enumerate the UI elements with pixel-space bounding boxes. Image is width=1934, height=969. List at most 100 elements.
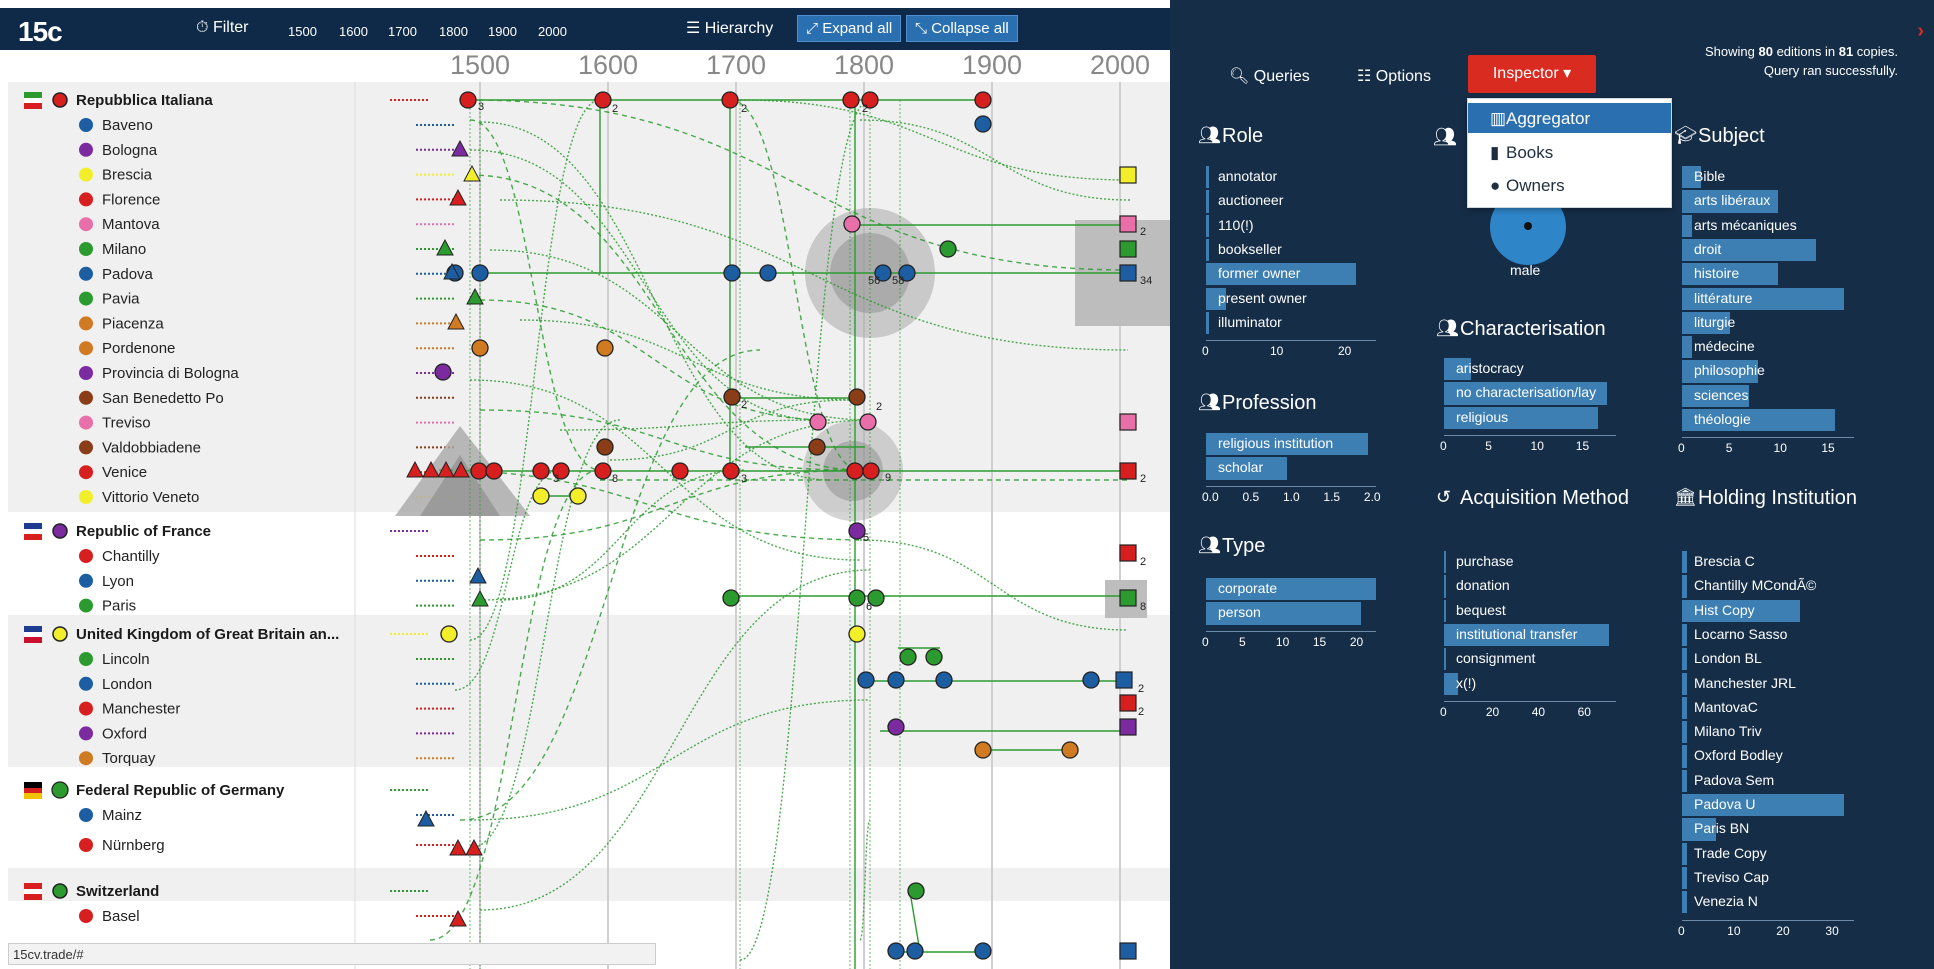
country-label-3[interactable]: Federal Republic of Germany	[76, 782, 285, 799]
marker-venice-12[interactable]	[862, 462, 880, 480]
bar-holding-6[interactable]	[1682, 696, 1687, 720]
marker-paris-2[interactable]	[722, 589, 740, 607]
marker-valdo-2[interactable]	[808, 438, 826, 456]
city-marker-0-3[interactable]	[79, 192, 93, 207]
city-marker-0-8[interactable]	[79, 316, 93, 331]
city-label-2-1[interactable]: London	[102, 676, 152, 693]
marker-london-0[interactable]	[857, 671, 875, 689]
marker-london-3[interactable]	[1082, 671, 1100, 689]
city-marker-0-2[interactable]	[79, 167, 93, 182]
city-marker-0-9[interactable]	[79, 341, 93, 356]
marker-padova-end[interactable]	[1119, 264, 1137, 282]
city-marker-0-12[interactable]	[79, 415, 93, 430]
marker-vittorio[interactable]	[532, 487, 550, 505]
city-label-0-8[interactable]: Piacenza	[102, 315, 164, 332]
marker-switzerland[interactable]	[907, 882, 925, 900]
marker-italy-1[interactable]	[594, 91, 612, 109]
marker-valdo[interactable]	[596, 438, 614, 456]
marker-manchester[interactable]	[1119, 694, 1137, 712]
queries-tab[interactable]: 🔍︎ Queries	[1229, 66, 1310, 86]
bar-holding-14[interactable]	[1682, 891, 1687, 914]
city-marker-0-4[interactable]	[79, 217, 93, 232]
country-marker-0[interactable]	[52, 92, 68, 108]
city-marker-2-1[interactable]	[79, 676, 93, 691]
city-label-2-4[interactable]: Torquay	[102, 750, 156, 767]
marker-treviso-2[interactable]	[859, 413, 877, 431]
marker-mantova-end[interactable]	[1119, 215, 1137, 233]
marker-london-end[interactable]	[1115, 671, 1133, 689]
bar-acquisition-4[interactable]	[1444, 648, 1447, 671]
city-marker-0-0[interactable]	[79, 118, 93, 132]
bar-acquisition-2[interactable]	[1444, 599, 1447, 622]
marker-sbp[interactable]	[723, 388, 741, 406]
country-label-0[interactable]: Repubblica Italiana	[76, 92, 213, 109]
marker-brescia-end[interactable]	[1119, 166, 1137, 184]
options-tab[interactable]: ☷ Options	[1357, 66, 1431, 86]
city-label-0-10[interactable]: Provincia di Bologna	[102, 365, 239, 382]
marker-venice-5[interactable]	[485, 462, 503, 480]
marker-germany-dup[interactable]	[51, 781, 69, 799]
marker-treviso-end[interactable]	[1119, 413, 1137, 431]
city-marker-0-15[interactable]	[79, 490, 93, 504]
bar-holding-8[interactable]	[1682, 745, 1687, 768]
city-label-0-15[interactable]: Vittorio Veneto	[102, 489, 199, 506]
marker-london-1[interactable]	[887, 671, 905, 689]
marker-paris[interactable]	[471, 589, 489, 607]
marker-uk[interactable]	[440, 625, 458, 643]
city-label-3-1[interactable]: Nürnberg	[102, 837, 165, 854]
city-label-0-0[interactable]: Baveno	[102, 117, 153, 134]
country-marker-1[interactable]	[52, 523, 68, 539]
city-label-0-12[interactable]: Treviso	[102, 415, 151, 432]
marker-padova-2[interactable]	[723, 264, 741, 282]
city-marker-0-7[interactable]	[79, 291, 93, 306]
marker-venice-8[interactable]	[594, 462, 612, 480]
marker-mainz[interactable]	[417, 809, 435, 827]
marker-lyon[interactable]	[469, 566, 487, 584]
dropdown-item-aggregator[interactable]: ▥ Aggregator	[1468, 103, 1671, 133]
marker-treviso[interactable]	[809, 413, 827, 431]
bar-holding-3[interactable]	[1682, 623, 1687, 647]
bar-role-2[interactable]	[1206, 214, 1210, 237]
marker-milano-2[interactable]	[939, 240, 957, 258]
bar-role-0[interactable]	[1206, 166, 1210, 189]
marker-padova-3[interactable]	[759, 264, 777, 282]
marker-venice-6[interactable]	[532, 462, 550, 480]
marker-italy-3[interactable]	[842, 91, 860, 109]
dropdown-item-owners[interactable]: ● Owners	[1468, 170, 1671, 200]
city-label-0-13[interactable]: Valdobbiadene	[102, 439, 201, 456]
city-label-2-2[interactable]: Manchester	[102, 701, 180, 718]
marker-london-2[interactable]	[935, 671, 953, 689]
city-label-2-0[interactable]: Lincoln	[102, 651, 150, 668]
marker-paris-end[interactable]	[1119, 589, 1137, 607]
marker-italy-0[interactable]	[459, 91, 477, 109]
marker-prov-bologna[interactable]	[434, 363, 452, 381]
marker-venice-10[interactable]	[722, 462, 740, 480]
marker-basel-extra-2[interactable]	[974, 942, 992, 960]
marker-italy-5[interactable]	[974, 91, 992, 109]
city-label-0-7[interactable]: Pavia	[102, 291, 140, 308]
city-label-1-0[interactable]: Chantilly	[102, 548, 160, 565]
country-label-4[interactable]: Switzerland	[76, 883, 159, 900]
city-label-4-0[interactable]: Basel	[102, 908, 140, 925]
city-marker-1-1[interactable]	[79, 573, 93, 588]
city-marker-0-10[interactable]	[79, 366, 93, 380]
marker-lincoln[interactable]	[899, 648, 917, 666]
marker-uk-2[interactable]	[848, 625, 866, 643]
city-marker-0-13[interactable]	[79, 440, 93, 455]
marker-oxford-end[interactable]	[1119, 718, 1137, 736]
bar-holding-13[interactable]	[1682, 866, 1687, 890]
city-label-0-9[interactable]: Pordenone	[102, 340, 175, 357]
city-marker-0-14[interactable]	[79, 465, 93, 480]
marker-pordenone-2[interactable]	[596, 339, 614, 357]
city-label-1-2[interactable]: Paris	[102, 598, 136, 615]
marker-milano-end[interactable]	[1119, 240, 1137, 258]
marker-oxford[interactable]	[887, 718, 905, 736]
marker-venice-9[interactable]	[671, 462, 689, 480]
bar-acquisition-1[interactable]	[1444, 575, 1447, 598]
marker-mantova[interactable]	[843, 215, 861, 233]
marker-venice-11[interactable]	[846, 462, 864, 480]
bar-holding-5[interactable]	[1682, 672, 1687, 695]
city-label-0-1[interactable]: Bologna	[102, 142, 158, 159]
city-label-0-3[interactable]: Florence	[102, 191, 160, 208]
marker-sbp-2[interactable]	[848, 388, 866, 406]
